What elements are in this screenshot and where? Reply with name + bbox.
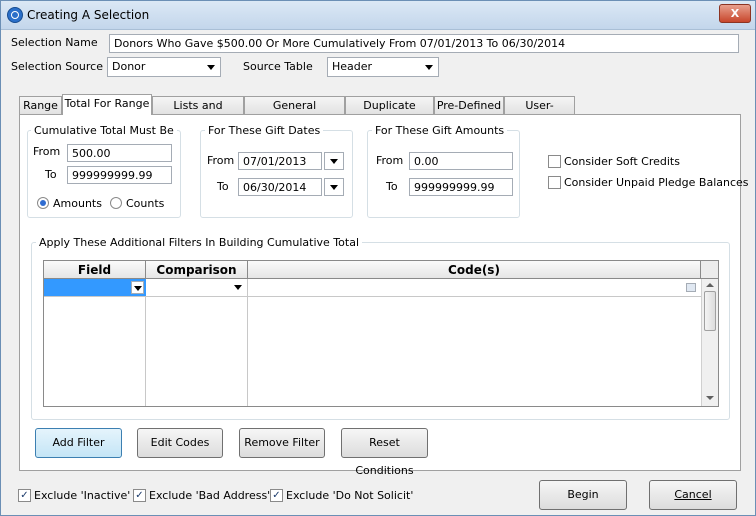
source-table-select[interactable]: Header xyxy=(327,57,439,77)
exclude-inactive-label[interactable]: Exclude 'Inactive' xyxy=(34,489,130,502)
tab-user-defined[interactable]: User-Defined xyxy=(504,96,575,130)
tab-pre-defined[interactable]: Pre-Defined xyxy=(434,96,504,114)
tab-total-for-range[interactable]: Total For Range xyxy=(62,94,152,115)
remove-filter-label: Remove Filter xyxy=(244,436,320,449)
chevron-down-icon xyxy=(134,286,142,291)
grid-header-corner xyxy=(701,261,718,279)
close-icon: X xyxy=(730,7,740,20)
scroll-up-icon[interactable] xyxy=(706,283,714,287)
selection-source-value: Donor xyxy=(112,60,146,73)
chevron-down-icon xyxy=(207,65,215,70)
filters-title: Apply These Additional Filters In Buildi… xyxy=(36,236,362,249)
gift-date-from-input[interactable]: 07/01/2013 xyxy=(238,152,322,170)
remove-filter-button[interactable]: Remove Filter xyxy=(239,428,325,458)
grid-scrollbar[interactable] xyxy=(701,279,718,406)
comparison-cell[interactable] xyxy=(146,279,248,297)
codes-cell[interactable] xyxy=(248,279,701,297)
source-table-label: Source Table xyxy=(243,60,313,73)
selection-name-input[interactable]: Donors Who Gave $500.00 Or More Cumulati… xyxy=(109,34,739,53)
exclude-do-not-solicit-checkbox[interactable]: ✓ xyxy=(270,489,283,502)
exclude-bad-address-checkbox[interactable]: ✓ xyxy=(133,489,146,502)
chevron-down-icon xyxy=(425,65,433,70)
soft-credits-label[interactable]: Consider Soft Credits xyxy=(564,155,680,168)
source-table-value: Header xyxy=(332,60,373,73)
column-header-field[interactable]: Field xyxy=(44,261,146,279)
field-dropdown-button[interactable] xyxy=(131,281,144,294)
tab-label: Range xyxy=(23,99,58,112)
scroll-down-icon[interactable] xyxy=(706,396,714,400)
gift-dates-to-label: To xyxy=(217,180,229,193)
cumulative-from-label: From xyxy=(33,145,61,158)
begin-button[interactable]: Begin xyxy=(539,480,627,510)
add-filter-button[interactable]: Add Filter xyxy=(35,428,122,458)
gift-dates-from-label: From xyxy=(207,154,235,167)
cumulative-to-label: To xyxy=(45,168,57,181)
gift-date-to-input[interactable]: 06/30/2014 xyxy=(238,178,322,196)
unpaid-pledge-checkbox[interactable] xyxy=(548,176,561,189)
cancel-button[interactable]: Cancel xyxy=(649,480,737,510)
reset-conditions-button[interactable]: Reset Conditions xyxy=(341,428,428,477)
column-divider xyxy=(145,279,146,406)
tab-label: Total For Range xyxy=(64,97,150,110)
add-filter-label: Add Filter xyxy=(52,436,105,449)
title-bar: Creating A Selection X xyxy=(1,1,755,30)
amounts-radio-label[interactable]: Amounts xyxy=(53,197,102,210)
date-picker-to-button[interactable] xyxy=(324,178,344,196)
column-header-codes[interactable]: Code(s) xyxy=(248,261,701,279)
exclude-inactive-checkbox[interactable]: ✓ xyxy=(18,489,31,502)
tab-duplicate-check[interactable]: Duplicate Check xyxy=(345,96,434,130)
counts-radio-label[interactable]: Counts xyxy=(126,197,164,210)
begin-label: Begin xyxy=(567,488,599,501)
comparison-dropdown-button[interactable] xyxy=(232,281,245,294)
tab-range[interactable]: Range xyxy=(19,96,62,114)
window-title: Creating A Selection xyxy=(27,8,150,22)
exclude-do-not-solicit-label[interactable]: Exclude 'Do Not Solicit' xyxy=(286,489,413,502)
counts-radio[interactable] xyxy=(110,197,122,209)
reset-conditions-label: Reset Conditions xyxy=(355,436,414,477)
unpaid-pledge-label[interactable]: Consider Unpaid Pledge Balances xyxy=(564,176,749,189)
date-picker-from-button[interactable] xyxy=(324,152,344,170)
edit-codes-button[interactable]: Edit Codes xyxy=(137,428,223,458)
exclude-bad-address-label[interactable]: Exclude 'Bad Address' xyxy=(149,489,270,502)
selection-dialog: Creating A Selection X Selection Name Do… xyxy=(0,0,756,516)
cumulative-total-title: Cumulative Total Must Be xyxy=(31,124,177,137)
tab-general-conditions[interactable]: General Conditions xyxy=(244,96,345,130)
close-button[interactable]: X xyxy=(719,4,751,23)
tab-lists-and-profiles[interactable]: Lists and Profiles xyxy=(152,96,244,130)
gift-amounts-title: For These Gift Amounts xyxy=(372,124,508,137)
codes-ellipsis-button[interactable] xyxy=(686,283,696,292)
app-icon xyxy=(7,7,23,23)
scroll-thumb[interactable] xyxy=(704,291,716,331)
cancel-label: Cancel xyxy=(674,488,712,501)
chevron-down-icon xyxy=(234,285,242,290)
gift-amounts-to-label: To xyxy=(386,180,398,193)
gift-dates-group xyxy=(200,130,353,218)
selection-source-select[interactable]: Donor xyxy=(107,57,221,77)
filters-grid[interactable]: Field Comparison Code(s) xyxy=(43,260,719,407)
gift-amounts-from-label: From xyxy=(376,154,404,167)
tab-label: Pre-Defined xyxy=(436,99,502,112)
column-divider xyxy=(247,279,248,406)
gift-amount-to-input[interactable]: 999999999.99 xyxy=(409,178,513,196)
amounts-radio[interactable] xyxy=(37,197,49,209)
edit-codes-label: Edit Codes xyxy=(150,436,210,449)
gift-amount-from-input[interactable]: 0.00 xyxy=(409,152,513,170)
selection-name-label: Selection Name xyxy=(11,36,98,49)
cumulative-from-input[interactable]: 500.00 xyxy=(67,144,172,162)
cumulative-to-input[interactable]: 999999999.99 xyxy=(67,166,172,184)
selection-source-label: Selection Source xyxy=(11,60,103,73)
column-header-comparison[interactable]: Comparison xyxy=(146,261,248,279)
gift-dates-title: For These Gift Dates xyxy=(205,124,324,137)
gift-amounts-group xyxy=(367,130,520,218)
soft-credits-checkbox[interactable] xyxy=(548,155,561,168)
field-cell[interactable] xyxy=(44,279,146,297)
